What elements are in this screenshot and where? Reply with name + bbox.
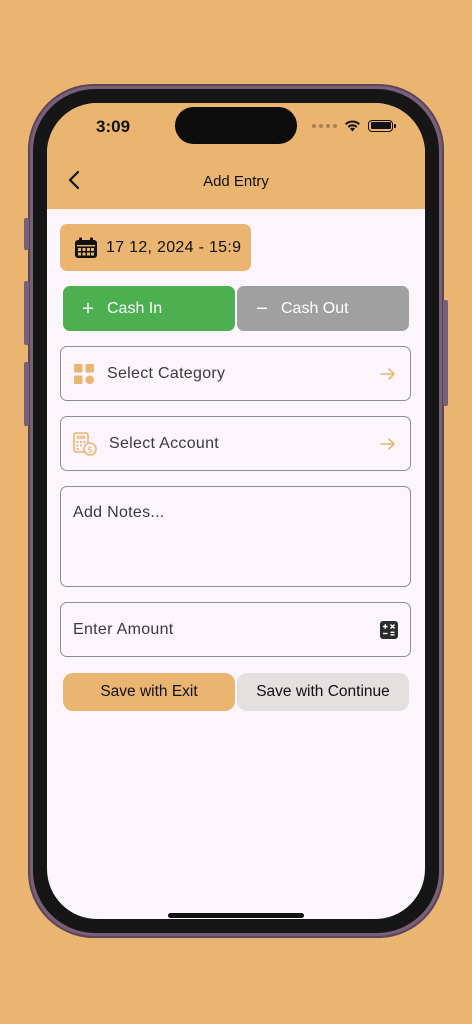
cash-in-label: Cash In (107, 299, 163, 317)
calculator-dollar-icon: $ (73, 431, 97, 456)
select-category-field[interactable]: Select Category (60, 346, 411, 401)
select-account-label: Select Account (109, 434, 220, 452)
entry-type-toggle: + Cash In − Cash Out (63, 286, 409, 331)
date-text: 17 12, 2024 - 15:9 (106, 238, 242, 256)
date-picker-chip[interactable]: 17 12, 2024 - 15:9 (60, 224, 251, 271)
svg-text:$: $ (87, 445, 93, 455)
side-button-volume-up (24, 281, 29, 345)
action-buttons: Save with Exit Save with Continue (63, 673, 409, 711)
cash-in-button[interactable]: + Cash In (63, 286, 235, 331)
cellular-icon (312, 123, 337, 128)
status-time: 3:09 (96, 117, 131, 136)
select-account-field[interactable]: $ Select Account (60, 416, 411, 471)
calendar-icon (75, 237, 97, 258)
home-indicator[interactable] (168, 913, 304, 918)
dynamic-island (175, 107, 297, 144)
cash-out-label: Cash Out (281, 299, 349, 317)
header: 3:09 Add Entry (47, 103, 425, 209)
arrow-right-icon (378, 364, 398, 384)
plus-icon: + (82, 297, 94, 320)
select-category-label: Select Category (107, 364, 226, 382)
app-screen: 3:09 Add Entry 17 12, 2024 - 15:9 + Cash… (47, 103, 425, 919)
page-title: Add Entry (203, 173, 269, 190)
side-button-power (443, 300, 448, 406)
cash-out-button[interactable]: − Cash Out (237, 286, 409, 331)
save-exit-button[interactable]: Save with Exit (63, 673, 235, 711)
amount-placeholder: Enter Amount (73, 620, 174, 638)
side-button-volume-down (24, 362, 29, 426)
save-continue-button[interactable]: Save with Continue (237, 673, 409, 711)
battery-icon (368, 119, 396, 132)
status-icons (312, 119, 396, 132)
minus-icon: − (256, 297, 268, 320)
notes-textarea[interactable]: Add Notes... (60, 486, 411, 587)
calculator-icon[interactable] (380, 620, 398, 639)
arrow-right-icon (378, 434, 398, 454)
side-button-action (24, 218, 29, 250)
grid-icon (74, 363, 95, 384)
notes-placeholder: Add Notes... (73, 504, 165, 521)
wifi-icon (345, 120, 360, 132)
amount-input[interactable]: Enter Amount (60, 602, 411, 657)
